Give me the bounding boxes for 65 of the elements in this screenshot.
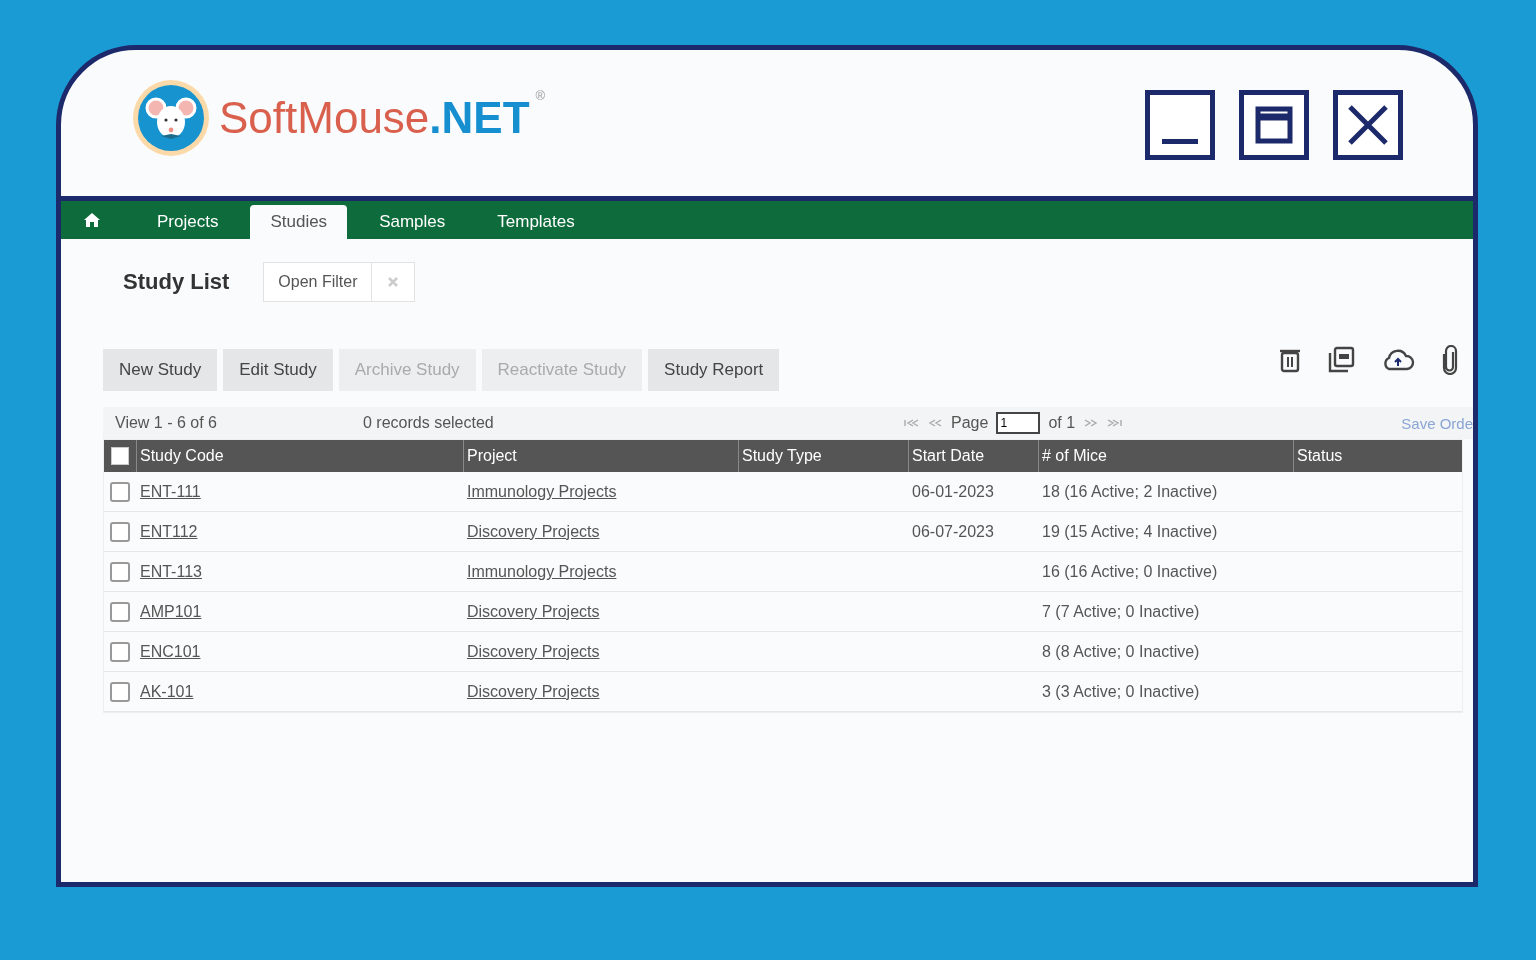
trash-icon[interactable] [1279, 347, 1301, 373]
study-code-link[interactable]: ENT-111 [140, 482, 201, 500]
registered-mark: ® [535, 88, 546, 103]
study-code-link[interactable]: AK-101 [140, 682, 194, 700]
project-link[interactable]: Discovery Projects [467, 522, 600, 540]
action-button[interactable]: Edit Study [223, 349, 333, 391]
table-cell: 18 (16 Active; 2 Inactive) [1042, 482, 1218, 500]
nav-tab[interactable]: Templates [477, 205, 595, 239]
page-label: Page [951, 414, 989, 432]
select-all-checkbox[interactable] [111, 447, 129, 465]
row-checkbox[interactable] [110, 561, 130, 582]
table-cell: 06-01-2023 [912, 482, 994, 500]
study-code-link[interactable]: ENC101 [140, 642, 201, 660]
row-checkbox[interactable] [110, 681, 130, 702]
column-header: Project [463, 440, 738, 472]
open-filter-button[interactable]: Open Filter [264, 263, 373, 301]
logo-name: SoftMouse [219, 93, 430, 143]
column-header: Status [1293, 440, 1462, 472]
nav-tab[interactable]: Studies [250, 205, 348, 239]
table-cell: 3 (3 Active; 0 Inactive) [1042, 682, 1200, 700]
view-count: View 1 - 6 of 6 [115, 414, 218, 432]
close-icon [387, 276, 400, 288]
nav-tab[interactable]: Samples [359, 205, 466, 239]
mouse-logo-icon [131, 78, 211, 158]
nav-tab[interactable]: Projects [137, 205, 239, 239]
selected-count: 0 records selected [363, 414, 495, 432]
row-checkbox[interactable] [110, 601, 130, 622]
minimize-icon [1162, 138, 1198, 144]
minimize-button[interactable] [1145, 90, 1215, 160]
project-link[interactable]: Discovery Projects [467, 682, 600, 700]
action-button[interactable]: Study Report [648, 349, 780, 391]
table-cell: 06-07-2023 [912, 522, 994, 540]
page-title: Study List [123, 269, 230, 295]
table-cell: 7 (7 Active; 0 Inactive) [1042, 602, 1200, 620]
maximize-button[interactable] [1239, 90, 1309, 160]
cloud-upload-icon[interactable] [1381, 348, 1415, 372]
table-cell: 19 (15 Active; 4 Inactive) [1042, 522, 1218, 540]
project-link[interactable]: Discovery Projects [467, 602, 600, 620]
study-code-link[interactable]: ENT-113 [140, 562, 202, 580]
close-button[interactable] [1333, 90, 1403, 160]
column-header: # of Mice [1038, 440, 1293, 472]
project-link[interactable]: Immunology Projects [467, 482, 617, 500]
previous-page-icon[interactable] [927, 419, 943, 427]
column-header: Study Code [136, 440, 463, 472]
table-cell: 16 (16 Active; 0 Inactive) [1042, 562, 1218, 580]
last-page-icon[interactable] [1107, 419, 1124, 427]
project-link[interactable]: Discovery Projects [467, 642, 600, 660]
row-checkbox[interactable] [110, 521, 130, 542]
page-input[interactable]: 1 [996, 412, 1041, 434]
study-code-link[interactable]: AMP101 [140, 602, 202, 620]
next-page-icon[interactable] [1083, 419, 1100, 427]
column-header: Study Type [738, 440, 908, 472]
table-cell: 8 (8 Active; 0 Inactive) [1042, 642, 1200, 660]
row-checkbox[interactable] [110, 481, 130, 502]
clear-filter-button[interactable] [372, 263, 415, 301]
project-link[interactable]: Immunology Projects [467, 562, 617, 580]
column-header: Start Date [908, 440, 1038, 472]
row-checkbox[interactable] [110, 641, 130, 662]
home-icon[interactable] [83, 212, 101, 228]
paperclip-icon[interactable] [1441, 345, 1459, 375]
first-page-icon[interactable] [903, 419, 919, 427]
logo-suffix: .NET [429, 93, 530, 143]
study-code-link[interactable]: ENT112 [140, 522, 198, 540]
page-total: of 1 [1048, 414, 1076, 432]
action-button[interactable]: New Study [103, 349, 218, 391]
